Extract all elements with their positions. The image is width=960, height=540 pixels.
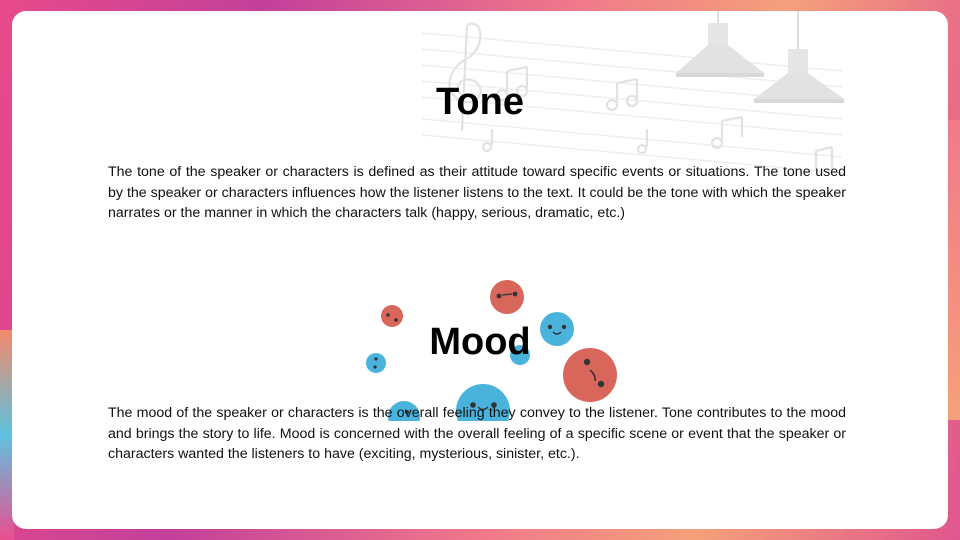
slide-card: Tone The tone of the speaker or characte… bbox=[12, 11, 948, 529]
tone-paragraph: The tone of the speaker or characters is… bbox=[108, 164, 846, 221]
tone-heading: Tone bbox=[436, 81, 524, 123]
mood-paragraph: The mood of the speaker or characters is… bbox=[108, 405, 846, 462]
mood-heading: Mood bbox=[429, 321, 531, 363]
background-accent-right bbox=[948, 120, 960, 420]
